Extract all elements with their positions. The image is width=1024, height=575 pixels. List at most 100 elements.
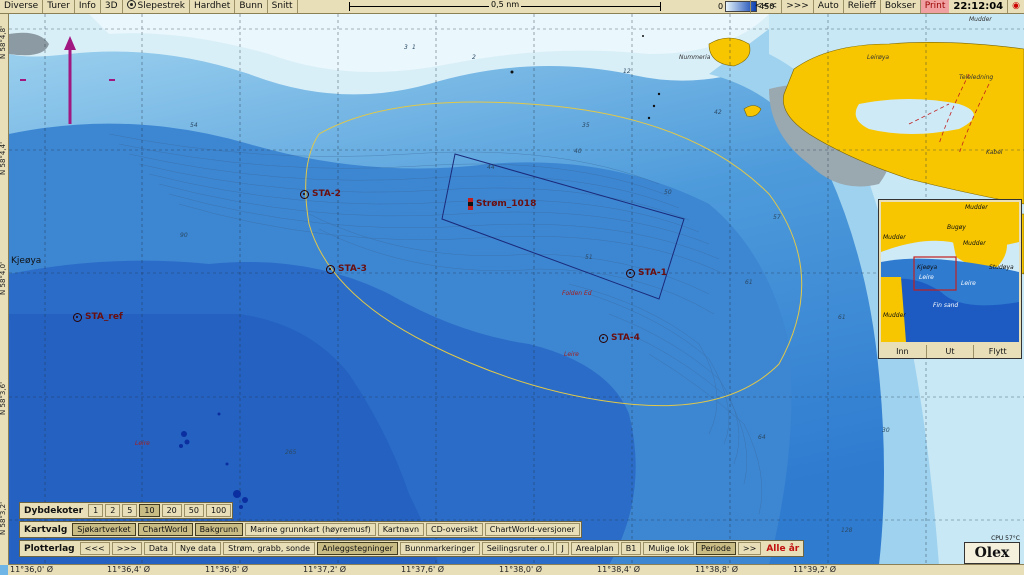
menu-hardhet[interactable]: Hardhet bbox=[190, 0, 236, 13]
minimap-label: Mudder bbox=[963, 240, 986, 247]
minimap-buttons: Inn Ut Flytt bbox=[879, 345, 1021, 358]
plot-option-periode[interactable]: Periode bbox=[696, 542, 736, 555]
plot-option-mulige-lok[interactable]: Mulige lok bbox=[643, 542, 695, 555]
lat-label-1: N 58°4,8' bbox=[0, 26, 7, 59]
menu-diverse[interactable]: Diverse bbox=[0, 0, 44, 13]
depth-option-100[interactable]: 100 bbox=[205, 504, 232, 517]
depth-label: 3 bbox=[404, 44, 408, 51]
depth-option-50[interactable]: 50 bbox=[183, 504, 204, 517]
menu-print[interactable]: Print bbox=[919, 0, 950, 13]
current-meter-icon bbox=[468, 198, 473, 210]
minimap-zoom-in-button[interactable]: Inn bbox=[879, 345, 927, 358]
plot-prev-button[interactable]: <<< bbox=[79, 542, 110, 555]
lat-label-2: N 58°4,4' bbox=[0, 142, 7, 175]
minimap-view[interactable]: Mudder Mudder Mudder Bugøy Studøya Kjeøy… bbox=[881, 202, 1019, 342]
chart-option-chartworld-versjoner[interactable]: ChartWorld-versjoner bbox=[484, 523, 580, 536]
label-leiroya: Leirøya bbox=[867, 54, 890, 61]
minimap-zoom-out-button[interactable]: Ut bbox=[927, 345, 975, 358]
menu-next[interactable]: >>> bbox=[781, 0, 813, 13]
chart-option-kartnavn[interactable]: Kartnavn bbox=[377, 523, 425, 536]
menu-turer[interactable]: Turer bbox=[43, 0, 75, 13]
chart-select-panel: Kartvalg Sjøkartverket ChartWorld Bakgru… bbox=[19, 521, 582, 538]
label-teleledning: Teleledning bbox=[959, 74, 994, 81]
station-sta-3[interactable]: STA-3 bbox=[326, 264, 367, 274]
menu-info[interactable]: Info bbox=[75, 0, 101, 13]
station-label: STA_ref bbox=[85, 312, 123, 322]
chart-option-marine-grunnkart[interactable]: Marine grunnkart (høyremusf) bbox=[245, 523, 376, 536]
alle-ar-button[interactable]: Alle år bbox=[762, 544, 803, 554]
depth-label: 30 bbox=[882, 427, 890, 434]
chart-option-chartworld[interactable]: ChartWorld bbox=[137, 523, 193, 536]
plot-option-j[interactable]: J bbox=[556, 542, 569, 555]
depth-label: 40 bbox=[574, 148, 582, 155]
menu-auto[interactable]: Auto bbox=[812, 0, 843, 13]
station-icon bbox=[326, 264, 335, 274]
lon-label-2: 11°36,4' Ø bbox=[107, 565, 151, 574]
plot-option-strom-grabb-sonde[interactable]: Strøm, grabb, sonde bbox=[223, 542, 316, 555]
menu-relieff[interactable]: Relieff bbox=[842, 0, 880, 13]
menu-prev[interactable]: <<< bbox=[749, 0, 782, 13]
depth-option-10[interactable]: 10 bbox=[139, 504, 160, 517]
lon-label-5: 11°37,6' Ø bbox=[401, 565, 445, 574]
station-label: STA-2 bbox=[312, 189, 341, 199]
menu-slepestrek[interactable]: Slepestrek bbox=[123, 0, 190, 13]
chart-option-cd-oversikt[interactable]: CD-oversikt bbox=[426, 523, 483, 536]
depth-label: 1 bbox=[412, 44, 416, 51]
depth-option-2[interactable]: 2 bbox=[105, 504, 121, 517]
plot-option-bunnmarkeringer[interactable]: Bunnmarkeringer bbox=[399, 542, 480, 555]
plot-next-button[interactable]: >>> bbox=[111, 542, 142, 555]
plot-option-seilingsruter[interactable]: Seilingsruter o.l bbox=[481, 542, 555, 555]
depth-option-1[interactable]: 1 bbox=[88, 504, 104, 517]
lon-label-1: 11°36,0' Ø bbox=[10, 565, 54, 574]
lat-label-5: N 58°3,2' bbox=[0, 502, 7, 535]
lon-label-7: 11°38,4' Ø bbox=[597, 565, 641, 574]
depth-label: 51 bbox=[585, 254, 593, 261]
minimap-label: Mudder bbox=[883, 234, 906, 241]
depth-label: 54 bbox=[190, 122, 198, 129]
menu-bunn[interactable]: Bunn bbox=[235, 0, 268, 13]
depth-label: 61 bbox=[838, 314, 846, 321]
longitude-ruler: 11°36,0' Ø 11°36,4' Ø 11°36,8' Ø 11°37,2… bbox=[8, 564, 1024, 575]
menu-3d[interactable]: 3D bbox=[101, 0, 123, 13]
chart-option-bakgrunn[interactable]: Bakgrunn bbox=[194, 523, 244, 536]
plot-option-data[interactable]: Data bbox=[143, 542, 173, 555]
lon-label-3: 11°36,8' Ø bbox=[205, 565, 249, 574]
minimap-label: Bugøy bbox=[947, 224, 966, 231]
depth-option-20[interactable]: 20 bbox=[161, 504, 182, 517]
plot-option-anleggstegninger[interactable]: Anleggstegninger bbox=[317, 542, 398, 555]
station-sta-2[interactable]: STA-2 bbox=[300, 189, 341, 199]
plot-option-nye-data[interactable]: Nye data bbox=[174, 542, 222, 555]
station-sta-4[interactable]: STA-4 bbox=[599, 333, 640, 343]
lon-label-9: 11°39,2' Ø bbox=[793, 565, 837, 574]
depth-label: 128 bbox=[841, 527, 853, 534]
menu-snitt[interactable]: Snitt bbox=[268, 0, 298, 13]
scale-label: 0,5 nm bbox=[489, 0, 522, 9]
minimap-label: Kjeøya bbox=[917, 264, 938, 271]
menu-bokser[interactable]: Bokser bbox=[879, 0, 920, 13]
chart-map[interactable]: 3 12 2 54 1 35 44 40 42 50 51 61 57 64 6… bbox=[9, 14, 1024, 565]
depth-label: 50 bbox=[664, 189, 672, 196]
depth-panel-title: Dybdekoter bbox=[24, 505, 84, 516]
minimap-label: Mudder bbox=[965, 204, 988, 211]
chart-option-sjokartverket[interactable]: Sjøkartverket bbox=[72, 523, 136, 536]
depth-label: 44 bbox=[487, 164, 495, 171]
overview-minimap[interactable]: Mudder Mudder Mudder Bugøy Studøya Kjeøy… bbox=[878, 199, 1022, 359]
plot-more-button[interactable]: >> bbox=[737, 542, 762, 555]
current-marker[interactable]: Strøm_1018 bbox=[468, 198, 536, 210]
minimap-label: Leire bbox=[961, 280, 976, 287]
station-sta-ref[interactable]: STA_ref bbox=[73, 312, 123, 322]
minimap-graphic bbox=[881, 202, 1019, 342]
record-icon[interactable]: ◉ bbox=[1007, 0, 1024, 13]
top-menu-bar: Diverse Turer Info 3D Slepestrek Hardhet… bbox=[0, 0, 1024, 14]
station-label: STA-3 bbox=[338, 264, 367, 274]
minimap-move-button[interactable]: Flytt bbox=[974, 345, 1021, 358]
station-sta-1[interactable]: STA-1 bbox=[626, 268, 667, 278]
lat-label-4: N 58°3,6' bbox=[0, 382, 7, 415]
station-icon bbox=[73, 312, 82, 322]
plot-panel-title: Plotterlag bbox=[24, 543, 75, 554]
label-mudder: Mudder bbox=[969, 16, 992, 23]
plot-option-arealplan[interactable]: Arealplan bbox=[570, 542, 619, 555]
depth-label: 2 bbox=[472, 54, 476, 61]
depth-option-5[interactable]: 5 bbox=[122, 504, 138, 517]
plot-option-b1[interactable]: B1 bbox=[620, 542, 642, 555]
